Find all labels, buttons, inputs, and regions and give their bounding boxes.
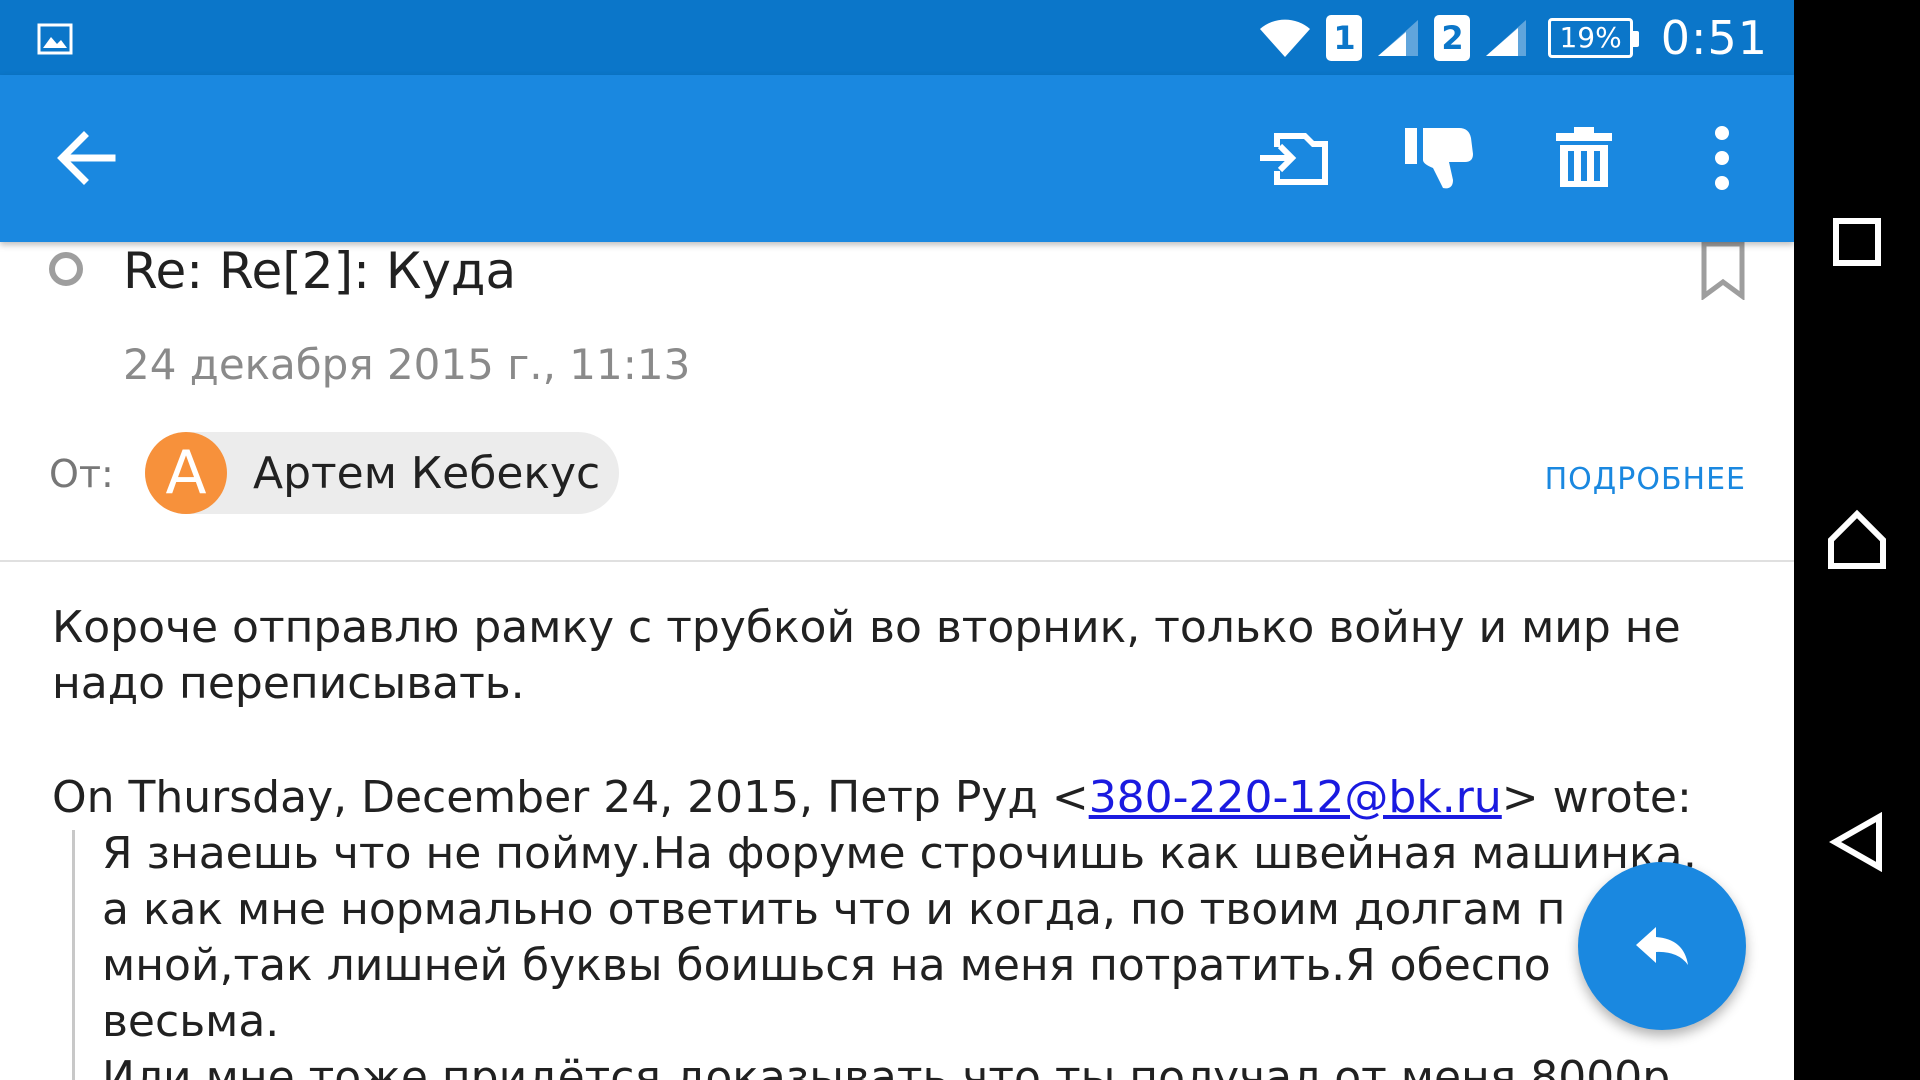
signal1-icon bbox=[1378, 19, 1419, 56]
email-date: 24 декабря 2015 г., 11:13 bbox=[123, 340, 691, 389]
spam-button[interactable] bbox=[1399, 118, 1479, 198]
battery-indicator: 19% bbox=[1548, 17, 1639, 58]
more-options-button[interactable] bbox=[1682, 118, 1762, 198]
status-bar: 1 2 19% 0:51 bbox=[0, 0, 1794, 75]
move-to-folder-icon bbox=[1260, 133, 1328, 185]
delete-button[interactable] bbox=[1544, 118, 1624, 198]
system-nav-bar bbox=[1794, 0, 1920, 1080]
image-notification-icon bbox=[37, 23, 73, 55]
spam-thumbs-down-icon bbox=[1405, 128, 1473, 189]
bookmark-icon[interactable] bbox=[1700, 242, 1746, 300]
sender-name: Артем Кебекус bbox=[253, 447, 601, 499]
sim1-badge: 1 bbox=[1326, 14, 1363, 61]
sender-chip[interactable]: А Артем Кебекус bbox=[145, 432, 619, 514]
quoted-text: Я знаешь что не пойму.На форуме строчишь… bbox=[102, 826, 1742, 1080]
sender-email-link[interactable]: 380-220-12@bk.ru bbox=[1089, 772, 1502, 823]
nav-back-button[interactable] bbox=[1817, 802, 1897, 882]
reply-intro: On Thursday, December 24, 2015, Петр Руд… bbox=[52, 770, 1692, 826]
details-button[interactable]: ПОДРОБНЕЕ bbox=[1545, 462, 1746, 497]
quote-line: мной,так лишней буквы боишься на меня по… bbox=[102, 940, 1551, 991]
body-line: Короче отправлю рамку с трубкой во вторн… bbox=[52, 602, 1681, 653]
quote-line: Я знаешь что не пойму.На форуме строчишь… bbox=[102, 828, 1697, 879]
delete-icon bbox=[1556, 127, 1612, 187]
email-view: 1 2 19% 0:51 Re: Re[2]: Куда 24 декабря … bbox=[0, 0, 1794, 1080]
unread-status-icon[interactable] bbox=[49, 252, 83, 286]
recents-button[interactable] bbox=[1817, 202, 1897, 282]
reply-intro-suffix: > wrote: bbox=[1501, 772, 1692, 823]
home-button[interactable] bbox=[1817, 500, 1897, 580]
more-vert-icon bbox=[1715, 126, 1729, 190]
quote-bar bbox=[72, 830, 75, 1080]
reply-intro-prefix: On Thursday, December 24, 2015, Петр Руд… bbox=[52, 772, 1089, 823]
quote-line: весьма. bbox=[102, 996, 280, 1047]
body-line: надо переписывать. bbox=[52, 658, 525, 709]
back-triangle-icon bbox=[1829, 812, 1882, 872]
home-icon bbox=[1828, 509, 1886, 569]
recents-square-icon bbox=[1833, 218, 1881, 266]
header-divider bbox=[0, 560, 1794, 562]
email-subject: Re: Re[2]: Куда bbox=[123, 242, 517, 300]
email-body: Короче отправлю рамку с трубкой во вторн… bbox=[52, 600, 1752, 712]
signal2-icon bbox=[1486, 19, 1527, 56]
back-arrow-icon bbox=[57, 131, 116, 185]
back-button[interactable] bbox=[46, 118, 126, 198]
reply-fab[interactable] bbox=[1578, 862, 1746, 1030]
wifi-icon bbox=[1260, 19, 1311, 57]
move-to-folder-button[interactable] bbox=[1254, 118, 1334, 198]
status-clock: 0:51 bbox=[1660, 10, 1768, 65]
app-bar bbox=[0, 75, 1794, 242]
quote-line: Или мне тоже придётся доказывать что ты … bbox=[102, 1052, 1671, 1080]
avatar: А bbox=[145, 432, 227, 514]
quote-line: а как мне нормально ответить что и когда… bbox=[102, 884, 1566, 935]
reply-icon bbox=[1636, 927, 1688, 965]
sim2-badge: 2 bbox=[1434, 14, 1471, 61]
from-label: От: bbox=[49, 452, 114, 496]
